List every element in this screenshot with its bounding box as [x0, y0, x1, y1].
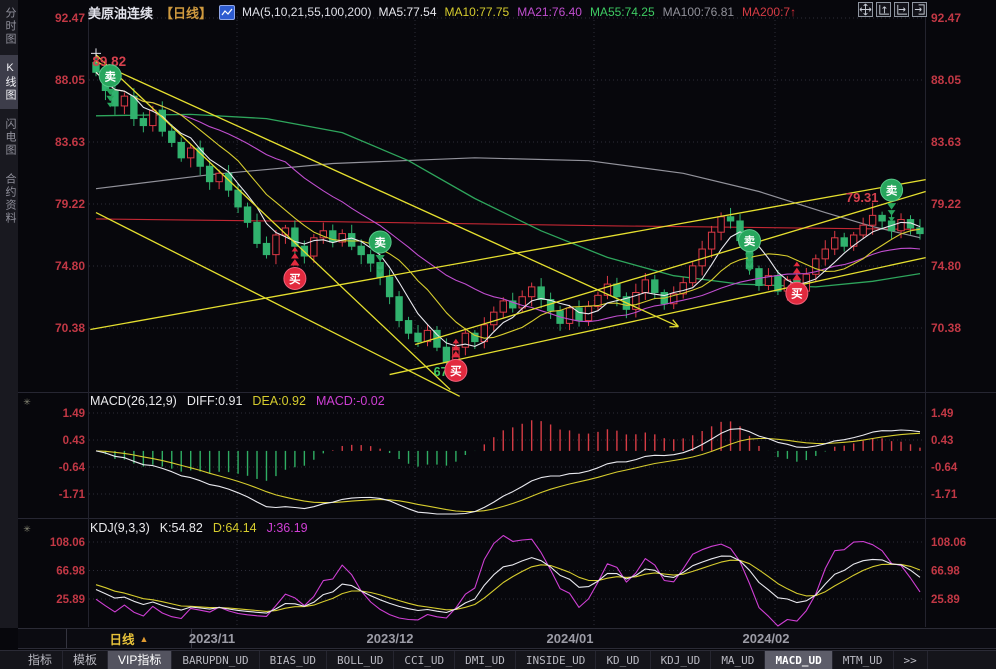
crosshair-icon[interactable] — [858, 2, 873, 17]
svg-text:0.43: 0.43 — [931, 435, 953, 447]
svg-text:66.98: 66.98 — [56, 566, 85, 578]
period-selector-label: 日线 — [110, 629, 135, 648]
tab-BARUPDN_UD[interactable]: BARUPDN_UD — [172, 651, 259, 669]
macd-settings-icon[interactable]: ✳ — [21, 397, 33, 408]
tab-BOLL_UD[interactable]: BOLL_UD — [327, 651, 394, 669]
svg-text:卖: 卖 — [886, 184, 898, 198]
ma-legend-item: MA5:77.54 — [378, 5, 436, 19]
svg-text:108.06: 108.06 — [50, 537, 85, 549]
tab-指标[interactable]: 指标 — [18, 651, 63, 669]
period-selector[interactable]: 日线 ▲ — [66, 629, 192, 648]
kdj-k-value: K:54.82 — [160, 521, 203, 535]
sidebar-item-闪电图[interactable]: 闪电图 — [0, 111, 18, 164]
macd-params-label: MACD(26,12,9) — [90, 394, 177, 408]
ma-legend-item: MA55:74.25 — [590, 5, 655, 19]
month-label: 2024/02 — [743, 631, 790, 646]
ma-legend-item: MA200:7↑ — [742, 5, 796, 19]
arrow-up-icon: ↑ — [790, 5, 796, 19]
macd-macd-value: MACD:-0.02 — [316, 394, 385, 408]
window-controls — [858, 2, 927, 17]
tab-BIAS_UD[interactable]: BIAS_UD — [260, 651, 327, 669]
svg-text:25.89: 25.89 — [931, 594, 960, 606]
tab-KDJ_UD[interactable]: KDJ_UD — [651, 651, 712, 669]
svg-text:92.47: 92.47 — [55, 11, 85, 25]
ma-legend: MA5:77.54 MA10:77.75 MA21:76.40 MA55:74.25 M… — [378, 5, 796, 19]
svg-text:买: 买 — [450, 365, 462, 378]
macd-diff-value: DIFF:0.91 — [187, 394, 243, 408]
left-sidebar: 分时图 K线图闪电图合约资料 — [0, 0, 18, 628]
month-label: 2024/01 — [547, 631, 594, 646]
svg-text:25.89: 25.89 — [56, 594, 85, 606]
svg-text:买: 买 — [289, 273, 301, 286]
instrument-title: 美原油连续 — [88, 3, 153, 22]
tab-DMI_UD[interactable]: DMI_UD — [455, 651, 516, 669]
svg-text:92.47: 92.47 — [931, 11, 961, 25]
tab-KD_UD[interactable]: KD_UD — [596, 651, 650, 669]
chart-type-icon[interactable] — [219, 5, 235, 20]
tab-MACD_UD[interactable]: MACD_UD — [765, 651, 832, 669]
sidebar-item-分时图[interactable]: 分时图 — [0, 0, 18, 53]
date-axis-row: 日线 ▲ 2023/11 2023/12 2024/01 2024/02 — [18, 628, 996, 649]
tab-VIP指标[interactable]: VIP指标 — [108, 651, 172, 669]
sidebar-item-K线图[interactable]: K线图 — [0, 55, 18, 109]
svg-text:-0.64: -0.64 — [59, 462, 86, 474]
tab-模板[interactable]: 模板 — [63, 651, 108, 669]
scale-up-icon[interactable] — [876, 2, 891, 17]
svg-text:70.38: 70.38 — [931, 321, 961, 335]
svg-text:74.80: 74.80 — [931, 259, 961, 273]
top-bar: 美原油连续 【日线】 MA(5,10,21,55,100,200) MA5:77… — [88, 3, 796, 21]
ma-legend-item: MA10:77.75 — [445, 5, 510, 19]
tab->>[interactable]: >> — [894, 651, 928, 669]
tab-CCI_UD[interactable]: CCI_UD — [394, 651, 455, 669]
tab-MTM_UD[interactable]: MTM_UD — [833, 651, 894, 669]
month-label: 2023/12 — [367, 631, 414, 646]
ma-params-label: MA(5,10,21,55,100,200) — [242, 5, 371, 19]
svg-text:买: 买 — [791, 288, 803, 301]
main-chart[interactable]: 92.47 92.47 88.05 88.05 83.63 83.63 79.22 79.22… — [0, 0, 996, 669]
svg-text:79.31: 79.31 — [846, 190, 879, 205]
svg-text:74.80: 74.80 — [55, 259, 85, 273]
svg-text:-0.64: -0.64 — [931, 462, 958, 474]
svg-text:83.63: 83.63 — [931, 135, 961, 149]
svg-text:-1.71: -1.71 — [931, 489, 958, 501]
svg-text:-1.71: -1.71 — [59, 489, 86, 501]
svg-text:1.49: 1.49 — [63, 408, 85, 420]
scale-right-icon[interactable] — [894, 2, 909, 17]
svg-text:卖: 卖 — [104, 69, 116, 83]
kdj-header: KDJ(9,3,3) K:54.82 D:64.14 J:36.19 — [90, 521, 308, 535]
svg-text:79.22: 79.22 — [55, 197, 85, 211]
svg-text:70.38: 70.38 — [55, 321, 85, 335]
app-window: 92.47 92.47 88.05 88.05 83.63 83.63 79.22 79.22… — [0, 0, 996, 669]
tab-INSIDE_UD[interactable]: INSIDE_UD — [516, 651, 597, 669]
tab-MA_UD[interactable]: MA_UD — [711, 651, 765, 669]
ma-legend-item: MA100:76.81 — [663, 5, 734, 19]
svg-text:66.98: 66.98 — [931, 566, 960, 578]
exit-icon[interactable] — [912, 2, 927, 17]
indicator-tab-bar: 指标模板VIP指标BARUPDN_UDBIAS_UDBOLL_UDCCI_UDD… — [0, 650, 996, 669]
svg-text:卖: 卖 — [744, 234, 756, 248]
macd-dea-value: DEA:0.92 — [252, 394, 306, 408]
kdj-d-value: D:64.14 — [213, 521, 257, 535]
macd-header: MACD(26,12,9) DIFF:0.91 DEA:0.92 MACD:-0… — [90, 394, 385, 408]
svg-text:83.63: 83.63 — [55, 135, 85, 149]
svg-text:88.05: 88.05 — [55, 73, 85, 87]
month-label: 2023/11 — [189, 631, 235, 646]
kdj-params-label: KDJ(9,3,3) — [90, 521, 150, 535]
svg-text:0.43: 0.43 — [63, 435, 85, 447]
svg-text:1.49: 1.49 — [931, 408, 953, 420]
svg-text:108.06: 108.06 — [931, 537, 966, 549]
kdj-settings-icon[interactable]: ✳ — [21, 524, 33, 535]
kdj-j-value: J:36.19 — [267, 521, 308, 535]
svg-text:79.22: 79.22 — [931, 197, 961, 211]
ma-legend-item: MA21:76.40 — [517, 5, 582, 19]
svg-text:88.05: 88.05 — [931, 73, 961, 87]
period-tag: 【日线】 — [160, 3, 212, 22]
triangle-up-icon: ▲ — [140, 634, 149, 644]
sidebar-item-合约资料[interactable]: 合约资料 — [0, 166, 18, 232]
svg-text:卖: 卖 — [374, 236, 386, 250]
